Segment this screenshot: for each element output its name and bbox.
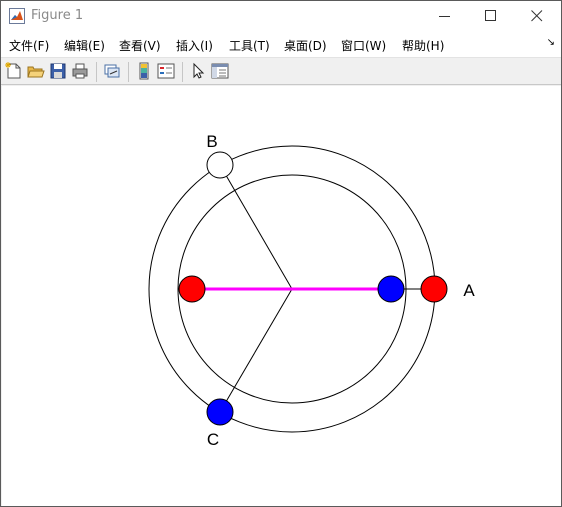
toolbar [1,57,561,85]
title-bar[interactable]: Figure 1 [1,1,561,32]
window-title: Figure 1 [31,8,84,23]
minimize-button[interactable] [422,1,468,31]
label-a: A [463,281,475,300]
empty-node-b [206,151,234,179]
figure-canvas[interactable]: A B C [2,86,561,506]
close-icon [531,10,543,22]
menu-help[interactable]: 帮助(H) [402,37,444,54]
link-plot-icon[interactable] [103,62,121,80]
label-c: C [207,430,219,449]
toolbar-separator [128,62,129,82]
red-node-left [178,275,206,303]
blue-node-c [206,398,234,426]
maximize-button[interactable] [468,1,514,31]
spoke-b [219,164,293,290]
menu-view[interactable]: 查看(V) [119,37,161,54]
overflow-arrow-icon[interactable]: ↘ [547,37,555,48]
pointer-icon[interactable] [189,62,207,80]
toolbar-separator [182,62,183,82]
menu-insert[interactable]: 插入(I) [176,37,213,54]
menu-tools[interactable]: 工具(T) [229,37,270,54]
matlab-logo-icon [9,8,25,24]
label-b: B [206,132,217,151]
menu-edit[interactable]: 编辑(E) [64,37,105,54]
blue-node-right [377,275,405,303]
menu-file[interactable]: 文件(F) [9,37,49,54]
close-button[interactable] [514,1,560,31]
new-figure-icon[interactable] [5,62,23,80]
toolbar-separator [96,62,97,82]
figure-window: Figure 1 文件(F) 编辑(E) 查看(V) 插入(I) 工具(T) 桌… [0,0,562,507]
figure-axes: A B C [148,132,475,449]
insert-colorbar-icon[interactable] [135,62,153,80]
insert-legend-icon[interactable] [157,62,175,80]
maximize-icon [485,10,496,21]
menu-desktop[interactable]: 桌面(D) [284,37,327,54]
property-editor-icon[interactable] [211,62,229,80]
red-node-a [420,275,448,303]
print-icon[interactable] [71,62,89,80]
menu-window[interactable]: 窗口(W) [341,37,386,54]
open-file-icon[interactable] [27,62,45,80]
save-icon[interactable] [49,62,67,80]
spoke-c [219,288,293,413]
minimize-icon [439,16,450,17]
menu-bar: 文件(F) 编辑(E) 查看(V) 插入(I) 工具(T) 桌面(D) 窗口(W… [1,32,561,57]
